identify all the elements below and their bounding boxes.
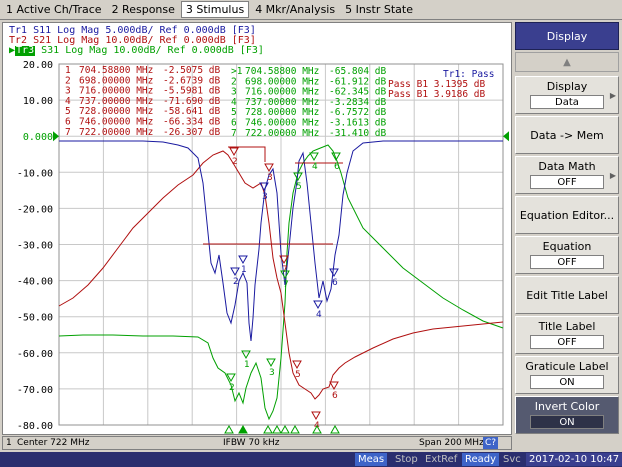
marker-table-tr2-row-freq: 722.00000 MHz bbox=[79, 127, 153, 138]
svc-status: Svc bbox=[503, 454, 521, 465]
extref-status: ExtRef bbox=[425, 454, 458, 465]
instrument-status-bar: Meas Stop ExtRef Ready Svc 2017-02-10 10… bbox=[0, 452, 622, 467]
ref-left-icon bbox=[53, 131, 59, 142]
marker-s11-6-icon bbox=[329, 268, 339, 278]
data-math-button[interactable]: Data Math OFF ▶ bbox=[515, 156, 619, 194]
marker-tick-icon bbox=[330, 424, 340, 434]
marker-s11-4-icon bbox=[313, 300, 323, 310]
marker-s31-2-label: 2 bbox=[229, 383, 235, 393]
y-tick-label: -30.00 bbox=[17, 241, 53, 252]
marker-table-tr3-row-num: 7 bbox=[231, 128, 237, 139]
y-tick-label: 10.00 bbox=[23, 96, 53, 107]
marker-s31-4-label: 4 bbox=[312, 162, 318, 172]
y-tick-label: -60.00 bbox=[17, 349, 53, 360]
marker-s31-3-label: 3 bbox=[269, 368, 275, 378]
marker-s21-6-label: 6 bbox=[332, 391, 338, 401]
graph-window[interactable]: Tr1 S11 Log Mag 5.000dB/ Ref 0.000dB [F3… bbox=[2, 22, 512, 435]
marker-s21-2-label: 2 bbox=[232, 157, 238, 167]
marker-s31-5-label: 5 bbox=[296, 182, 302, 192]
marker-s21-3-label: 3 bbox=[267, 173, 273, 183]
menu-response[interactable]: 2 Response bbox=[108, 2, 179, 17]
softkey-panel: Display ▲ Display Data ▶ Data -> Mem Dat… bbox=[515, 22, 622, 447]
marker-s31-1-label: 1 bbox=[244, 360, 250, 370]
y-tick-label: 0.000 bbox=[23, 132, 53, 143]
pass-fail-row: Pass B1 3.9186 dB bbox=[388, 89, 486, 100]
menu-stimulus[interactable]: 3 Stimulus bbox=[180, 1, 250, 18]
softkey-menu-title[interactable]: Display bbox=[515, 22, 619, 50]
edit-title-label-button[interactable]: Edit Title Label bbox=[515, 276, 619, 314]
ref-right-icon bbox=[503, 131, 509, 142]
marker-s11-6-label: 6 bbox=[332, 278, 338, 288]
channel-number: 1 bbox=[6, 438, 12, 448]
marker-s21-5-label: 5 bbox=[295, 370, 301, 380]
chevron-right-icon: ▶ bbox=[609, 91, 616, 100]
menu-active-ch-trace[interactable]: 1 Active Ch/Trace bbox=[2, 2, 106, 17]
marker-s31-3-icon bbox=[266, 358, 276, 368]
trace-plot[interactable]: 20.00 10.00 0.000 -10.00 -20.00 -30.00 -40.00 -… bbox=[3, 23, 513, 436]
marker-s21-4-icon bbox=[311, 411, 321, 421]
equation-editor-button[interactable]: Equation Editor... bbox=[515, 196, 619, 234]
marker-tick-icon bbox=[263, 424, 273, 434]
marker-s31-1-icon bbox=[241, 350, 251, 360]
marker-tick-icon bbox=[272, 424, 282, 434]
data-to-mem-button[interactable]: Data -> Mem bbox=[515, 116, 619, 154]
title-label-button[interactable]: Title Label OFF bbox=[515, 316, 619, 354]
y-tick-label: -10.00 bbox=[17, 168, 53, 179]
meas-status: Meas bbox=[355, 453, 388, 466]
marker-s31-4-icon bbox=[309, 152, 319, 162]
marker-tick-icon bbox=[224, 424, 234, 434]
y-tick-label: -80.00 bbox=[17, 421, 53, 432]
chevron-up-icon: ▲ bbox=[563, 56, 571, 68]
date-time: 2017-02-10 10:47 bbox=[526, 453, 622, 466]
graticule-label-button[interactable]: Graticule Label ON bbox=[515, 356, 619, 394]
marker-s11-4-label: 4 bbox=[316, 310, 322, 320]
cal-status-badge: C? bbox=[483, 437, 499, 449]
marker-s31-7-label: 7 bbox=[283, 280, 289, 290]
marker-tick-icon bbox=[280, 424, 290, 434]
marker-tick-icon bbox=[238, 424, 248, 434]
marker-table-tr2-row-num: 7 bbox=[65, 127, 71, 138]
marker-table-tr3-row-value: -31.410 dB bbox=[329, 128, 386, 139]
y-tick-label: -20.00 bbox=[17, 204, 53, 215]
marker-s11-2-label: 2 bbox=[233, 277, 239, 287]
ready-status: Ready bbox=[462, 453, 500, 466]
marker-tick-icon bbox=[290, 424, 300, 434]
marker-table-tr3-row-freq: 722.00000 MHz bbox=[245, 128, 319, 139]
menu-bar: 1 Active Ch/Trace 2 Response 3 Stimulus … bbox=[0, 0, 622, 20]
menu-instr-state[interactable]: 5 Instr State bbox=[341, 2, 417, 17]
y-tick-label: -50.00 bbox=[17, 313, 53, 324]
y-tick-label: -40.00 bbox=[17, 277, 53, 288]
marker-s21-6-icon bbox=[329, 381, 339, 391]
center-frequency[interactable]: Center 722 MHz bbox=[17, 437, 89, 449]
marker-table-tr2-row-value: -26.307 dB bbox=[163, 127, 220, 138]
y-tick-label: 20.00 bbox=[23, 60, 53, 71]
channel-status-bar: 1 Center 722 MHz IFBW 70 kHz Span 200 MH… bbox=[2, 436, 512, 450]
softkey-scroll-up[interactable]: ▲ bbox=[515, 52, 619, 72]
y-tick-label: -70.00 bbox=[17, 385, 53, 396]
marker-s21-5-icon bbox=[292, 360, 302, 370]
display-button[interactable]: Display Data ▶ bbox=[515, 76, 619, 114]
span-setting[interactable]: Span 200 MHz bbox=[419, 437, 484, 449]
marker-s11-1-icon bbox=[238, 255, 248, 265]
marker-s31-6-label: 6 bbox=[334, 162, 340, 172]
marker-s11-1-label: 1 bbox=[241, 265, 247, 275]
stop-status: Stop bbox=[395, 454, 418, 465]
menu-mkr-analysis[interactable]: 4 Mkr/Analysis bbox=[251, 2, 339, 17]
marker-s11-3-label: 3 bbox=[262, 192, 268, 202]
ifbw-setting[interactable]: IFBW 70 kHz bbox=[223, 437, 279, 449]
invert-color-button[interactable]: Invert Color ON bbox=[515, 396, 619, 434]
marker-s11-2-icon bbox=[230, 267, 240, 277]
equation-button[interactable]: Equation OFF bbox=[515, 236, 619, 274]
chevron-right-icon: ▶ bbox=[609, 171, 616, 180]
